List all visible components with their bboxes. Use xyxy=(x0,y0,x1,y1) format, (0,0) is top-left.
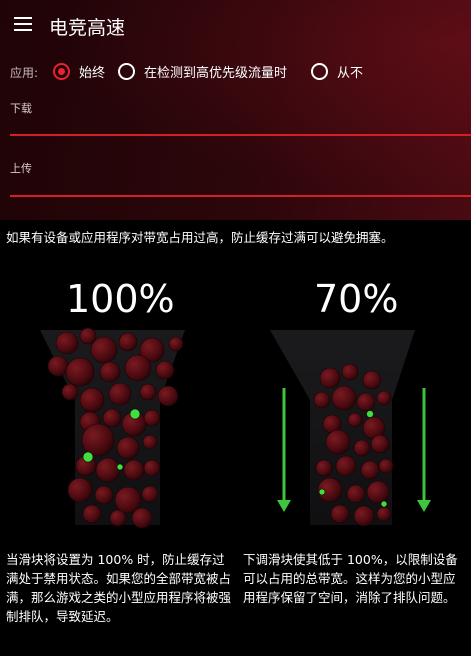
bubble xyxy=(341,363,359,381)
bubble xyxy=(168,336,184,352)
bubble xyxy=(362,370,382,390)
green-packet-dot xyxy=(366,410,374,418)
bubble xyxy=(335,455,357,477)
bubble xyxy=(143,459,161,477)
bubble xyxy=(81,423,115,457)
bubble xyxy=(79,387,105,413)
right-funnel-shape xyxy=(270,330,415,525)
bubble xyxy=(330,504,350,524)
bubble xyxy=(47,355,69,377)
bubble xyxy=(360,460,380,480)
bubble xyxy=(376,390,392,406)
bubble xyxy=(325,429,351,455)
right-down-arrow-icon xyxy=(417,388,431,512)
bubble xyxy=(143,409,161,427)
bubble xyxy=(353,505,375,527)
green-packet-dot xyxy=(380,500,388,508)
bubble xyxy=(99,361,121,383)
bubble xyxy=(155,360,175,380)
bubble xyxy=(313,391,331,409)
bubble xyxy=(123,459,145,481)
bubble xyxy=(346,484,366,504)
bubble xyxy=(139,383,157,401)
left-caption: 当滑块将设置为 100% 时，防止缓存过满处于禁用状态。如果您的全部带宽被占满，… xyxy=(6,552,232,624)
bubble xyxy=(55,331,79,355)
right-caption: 下调滑块使其低于 100%，以限制设备可以占用的总带宽。这样为您的小型应用程序保… xyxy=(243,552,458,605)
bubble xyxy=(315,459,333,477)
bubble xyxy=(370,434,390,454)
bubble xyxy=(116,436,140,460)
bubble xyxy=(109,509,127,527)
bubble xyxy=(118,332,138,352)
green-packet-dot xyxy=(318,488,326,496)
bubble xyxy=(79,327,97,345)
bubble xyxy=(356,392,376,412)
bubble xyxy=(131,507,153,529)
green-packet-dot xyxy=(129,408,141,420)
bubble xyxy=(67,477,93,503)
bubble xyxy=(108,382,132,406)
bubble xyxy=(82,504,102,524)
right-percent-label: 70% xyxy=(314,277,399,321)
bubble xyxy=(157,385,179,407)
bubble xyxy=(61,383,79,401)
bubble xyxy=(366,480,390,504)
bubble xyxy=(347,412,363,428)
bubble xyxy=(124,354,152,382)
green-packet-dot xyxy=(82,451,94,463)
bubble xyxy=(102,408,122,428)
bubble xyxy=(319,367,341,389)
green-packet-dot xyxy=(116,463,124,471)
bubble xyxy=(141,485,159,503)
bubble xyxy=(376,506,392,522)
bubble xyxy=(142,434,158,450)
bubble xyxy=(90,336,118,364)
bubble xyxy=(353,439,371,457)
bubble xyxy=(331,385,357,411)
bubble xyxy=(378,458,394,474)
bubble xyxy=(95,457,121,483)
left-down-arrow-icon xyxy=(277,388,291,512)
left-percent-label: 100% xyxy=(66,277,175,321)
bubble xyxy=(65,357,95,387)
bubble xyxy=(94,485,114,505)
